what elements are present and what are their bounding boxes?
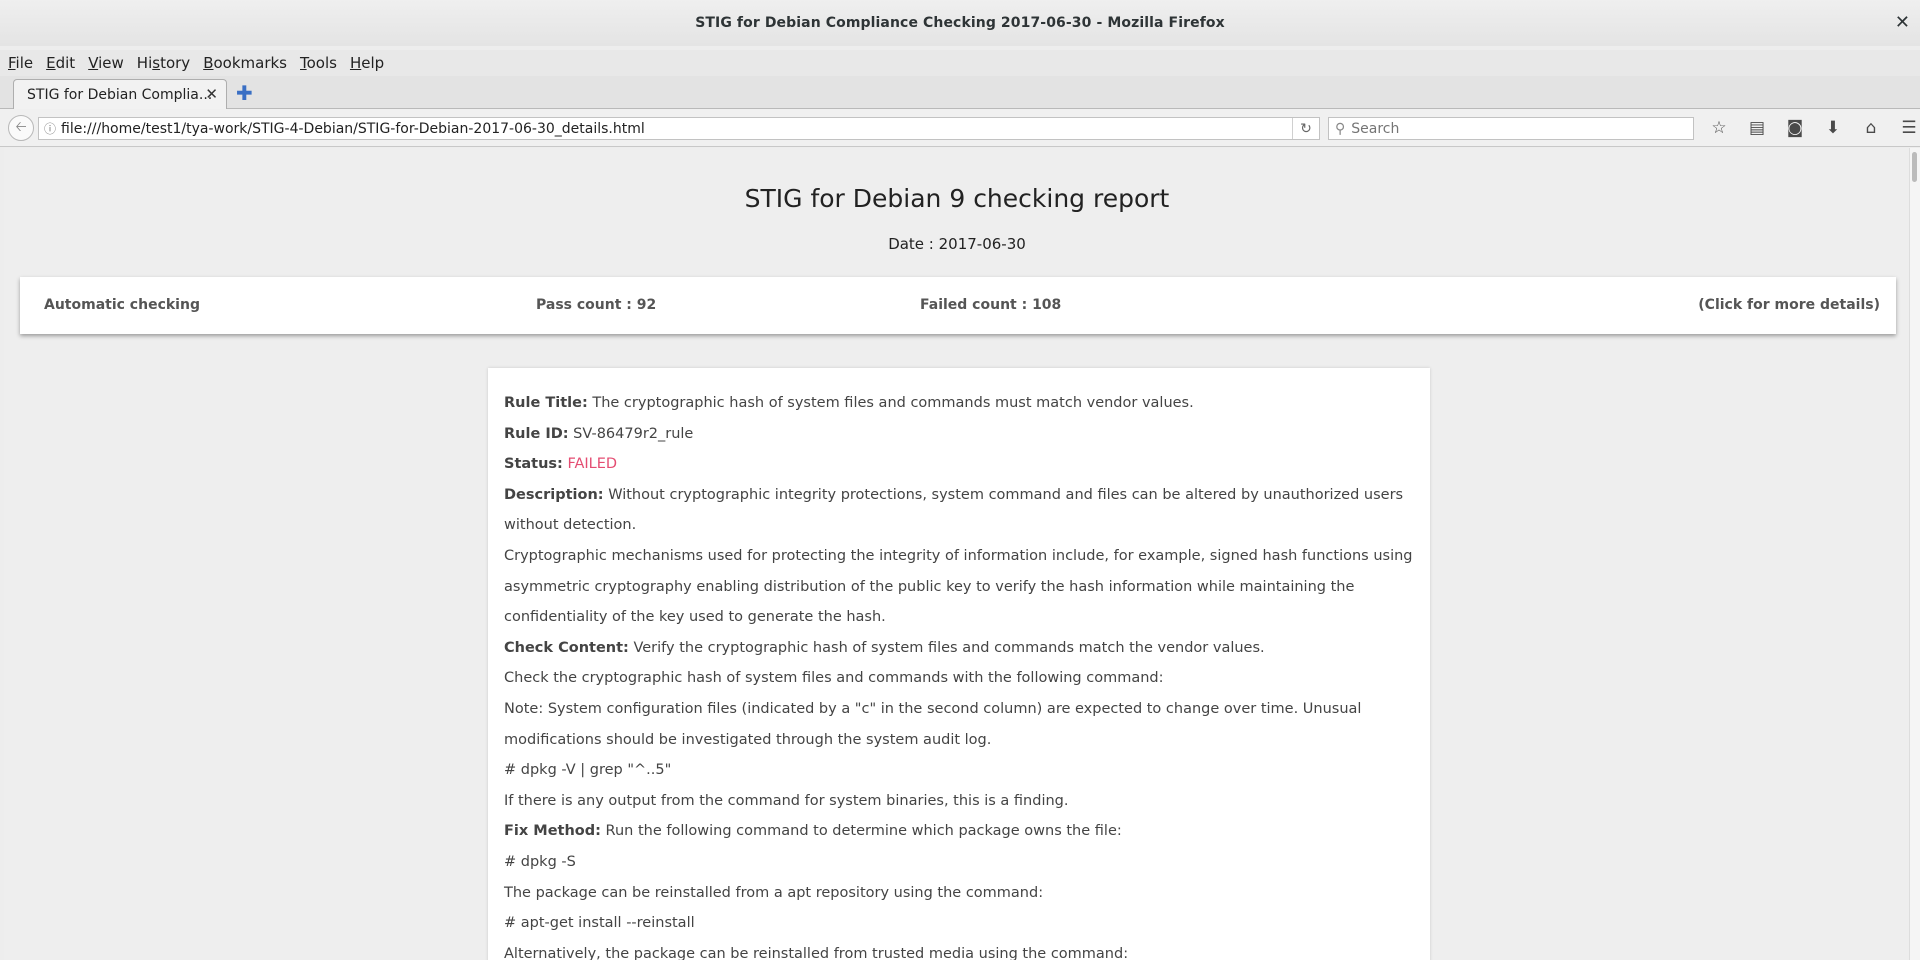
menu-history[interactable]: History [137,54,190,72]
pass-count: Pass count : 92 [536,297,657,313]
rule-id-label: Rule ID: [504,425,569,442]
fix-method-label: Fix Method: [504,823,601,840]
summary-mode: Automatic checking [44,297,200,313]
more-details-link[interactable]: (Click for more details) [1698,297,1880,313]
reload-icon[interactable]: ↻ [1292,118,1319,139]
navigation-bar: 🡠 ⓘ file:///home/test1/tya-work/STIG-4-D… [0,109,1920,147]
description-line: Description: Without cryptographic integ… [504,480,1414,541]
info-icon[interactable]: ⓘ [39,120,61,137]
search-input[interactable] [1349,119,1674,138]
page-content: STIG for Debian 9 checking report Date :… [4,148,1910,960]
check-content-label: Check Content: [504,639,629,656]
menu-bar: File Edit View History Bookmarks Tools H… [0,50,1920,76]
tab-strip: STIG for Debian Complia... ✕ ✚ [0,76,1920,109]
scrollbar-thumb[interactable] [1912,152,1917,182]
rule-details-card: Rule Title: The cryptographic hash of sy… [488,368,1430,960]
check-content-line: Check Content: Verify the cryptographic … [504,633,1414,664]
check-command: # dpkg -V | grep "^..5" [504,762,672,779]
fix-text-3: Alternatively, the package can be reinst… [504,945,1129,960]
back-arrow-icon[interactable]: 🡠 [8,115,34,141]
rule-title-label: Rule Title: [504,395,588,411]
fix-method-text: Run the following command to determine w… [600,823,1122,840]
tab-stig-report[interactable]: STIG for Debian Complia... ✕ [13,79,227,109]
report-date: Date : 2017-06-30 [888,235,1026,253]
summary-panel[interactable]: Automatic checking Pass count : 92 Faile… [20,277,1896,334]
home-icon[interactable]: ⌂ [1852,115,1890,141]
tab-close-icon[interactable]: ✕ [205,85,218,103]
check-note: Note: System configuration files (indica… [504,700,1362,748]
check-instructions: Check the cryptographic hash of system f… [504,670,1164,687]
rule-id-value: SV-86479r2_rule [568,425,694,442]
description-text: Without cryptographic integrity protecti… [504,486,1404,534]
window-close-icon[interactable]: ✕ [1895,12,1910,33]
menu-help[interactable]: Help [350,54,384,72]
menu-tools[interactable]: Tools [300,54,337,72]
window-titlebar: STIG for Debian Compliance Checking 2017… [0,0,1920,46]
status-label: Status: [504,456,563,473]
menu-view[interactable]: View [88,54,124,72]
toolbar-icons: ☆ ▤ ◙ ⬇ ⌂ ☰ [1700,115,1920,141]
search-bar[interactable]: ⚲ [1328,117,1694,140]
new-tab-plus-icon[interactable]: ✚ [236,81,253,105]
menu-bookmarks[interactable]: Bookmarks [203,54,287,72]
status-line: Status: FAILED [504,449,1414,480]
check-finding: If there is any output from the command … [504,792,1069,809]
menu-hamburger-icon[interactable]: ☰ [1890,115,1920,141]
rule-id-line: Rule ID: SV-86479r2_rule [504,419,1414,450]
download-icon[interactable]: ⬇ [1814,115,1852,141]
window-title: STIG for Debian Compliance Checking 2017… [695,15,1225,31]
description-extra: Cryptographic mechanisms used for protec… [504,547,1413,626]
fix-command-2: # apt-get install --reinstall [504,915,695,932]
check-content-text: Verify the cryptographic hash of system … [628,639,1265,656]
menu-file[interactable]: File [8,54,33,72]
fix-method-line: Fix Method: Run the following command to… [504,816,1414,847]
search-icon: ⚲ [1335,120,1346,137]
description-label: Description: [504,486,604,503]
page-scrollbar[interactable] [1909,148,1920,960]
bookmark-star-icon[interactable]: ☆ [1700,115,1738,141]
url-bar[interactable]: ⓘ file:///home/test1/tya-work/STIG-4-Deb… [38,117,1320,140]
report-title: STIG for Debian 9 checking report [744,184,1170,213]
reading-list-icon[interactable]: ▤ [1738,115,1776,141]
fix-text-2: The package can be reinstalled from a ap… [504,884,1044,901]
tab-label: STIG for Debian Complia... [27,86,213,103]
fix-command-1: # dpkg -S [504,853,576,870]
failed-count: Failed count : 108 [920,297,1062,313]
status-badge: FAILED [562,456,618,473]
menu-edit[interactable]: Edit [46,54,75,72]
rule-title-value: The cryptographic hash of system files a… [587,395,1194,411]
url-text[interactable]: file:///home/test1/tya-work/STIG-4-Debia… [61,121,645,137]
pocket-icon[interactable]: ◙ [1776,115,1814,141]
rule-title-line: Rule Title: The cryptographic hash of sy… [504,388,1414,419]
